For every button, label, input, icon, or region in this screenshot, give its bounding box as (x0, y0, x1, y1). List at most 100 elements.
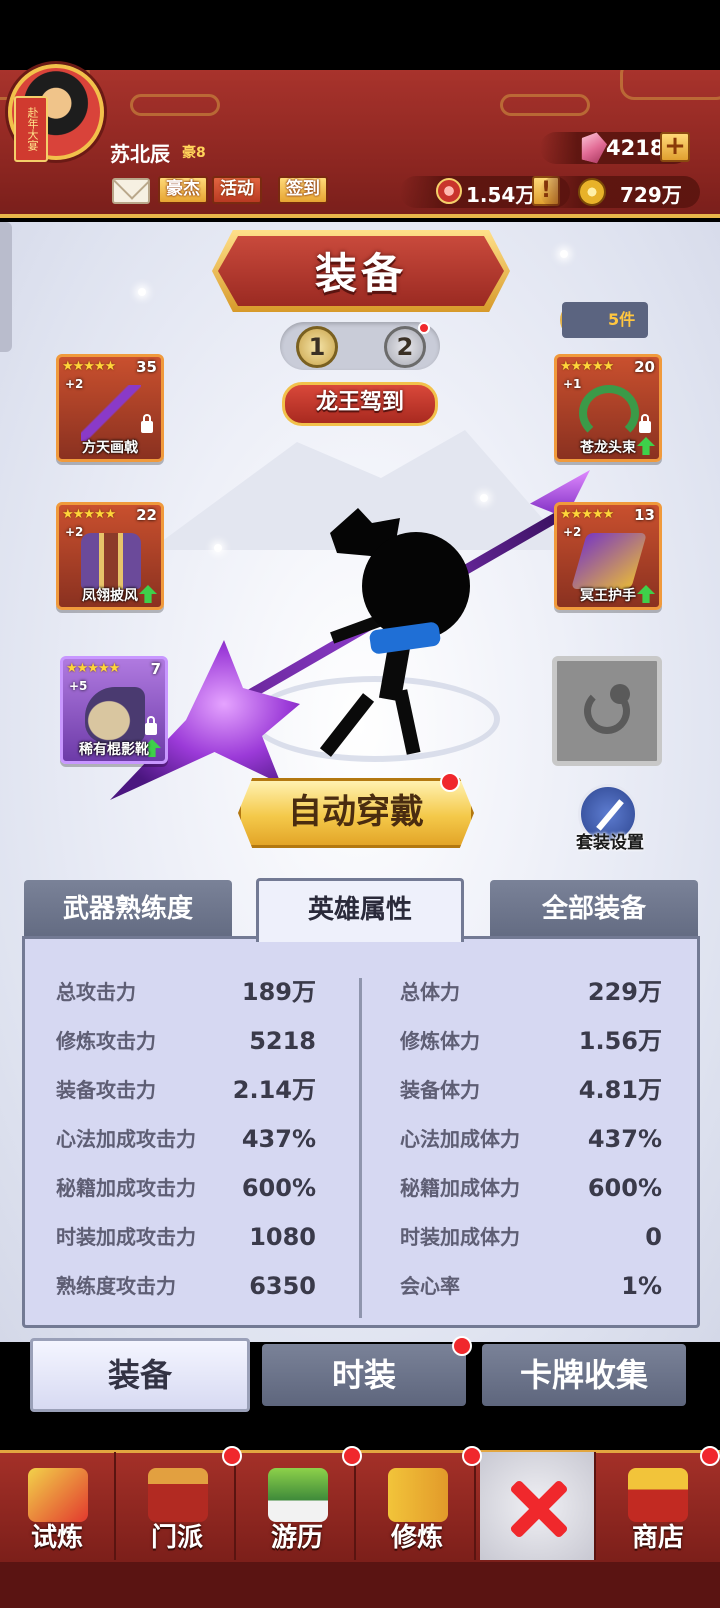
notification-dot (440, 772, 460, 792)
slot-plus: +2 (563, 525, 582, 539)
close-icon (508, 1478, 568, 1538)
boots-icon (85, 687, 145, 743)
nav-label: 游历 (270, 1523, 323, 1553)
player-name: 苏北辰 (110, 142, 170, 166)
tab-hero-attributes[interactable]: 英雄属性 (256, 878, 464, 942)
snowflake (560, 250, 568, 258)
stat-row: 秘籍加成攻击力 600% (56, 1164, 316, 1213)
nav-label: 修炼 (390, 1523, 443, 1553)
side-tab[interactable] (0, 222, 12, 352)
stat-row: 秘籍加成体力 600% (400, 1164, 662, 1213)
stat-label: 修炼攻击力 (56, 1029, 156, 1053)
avatar-scroll-banner: 赴年大宴 (14, 96, 48, 162)
notification-dot (418, 322, 430, 334)
nav-underbar (0, 1562, 720, 1608)
coin-count: 729万 (620, 183, 682, 207)
stat-row: 时装加成攻击力 1080 (56, 1213, 316, 1262)
lock-icon (145, 716, 157, 735)
slot-headband[interactable]: ★★★★★ 20 +1 苍龙头束 (554, 354, 662, 462)
nav-cultivation[interactable]: 修炼 (360, 1452, 476, 1560)
scroll-icon (28, 1468, 88, 1522)
lock-icon (141, 414, 153, 433)
stat-label: 修炼体力 (400, 1029, 480, 1053)
snowflake (214, 544, 222, 552)
stat-value: 1080 (249, 1223, 316, 1251)
slot-stars: ★★★★★ (66, 661, 120, 676)
notification-dot (222, 1446, 242, 1466)
token-count: 1.54万 (466, 183, 536, 207)
slot-cape[interactable]: ★★★★★ 22 +2 凤翎披风 (56, 502, 164, 610)
checkin-button[interactable]: 签到 (278, 176, 328, 204)
stat-row: 修炼攻击力 5218 (56, 1017, 316, 1066)
stat-value: 600% (587, 1174, 662, 1202)
temple-icon (148, 1468, 208, 1522)
stat-label: 装备攻击力 (56, 1078, 156, 1102)
stat-row: 会心率 1% (400, 1262, 662, 1311)
slot-stars: ★★★★★ (62, 507, 116, 522)
slot-plus: +2 (65, 525, 84, 539)
mail-icon[interactable] (112, 178, 150, 204)
slot-name: 凤翎披风 (82, 588, 138, 604)
cloud-ornament (620, 70, 720, 100)
add-gem-button[interactable]: + (660, 132, 690, 162)
stat-label: 会心率 (400, 1274, 460, 1298)
slot-level: 7 (150, 660, 161, 678)
stamina-stats-list: 总体力 229万 修炼体力 1.56万 装备体力 4.81万 心法加成体力 43… (400, 968, 662, 1311)
cape-icon (81, 533, 141, 589)
events-button[interactable]: 活动 (212, 176, 262, 204)
stat-value: 0 (645, 1223, 662, 1251)
accessory-placeholder-dot (610, 684, 630, 704)
gem-count: 4218 (606, 136, 665, 160)
stat-row: 装备攻击力 2.14万 (56, 1066, 316, 1115)
auto-equip-button[interactable]: 自动穿戴 (238, 778, 474, 848)
stat-row: 装备体力 4.81万 (400, 1066, 662, 1115)
slot-weapon[interactable]: ★★★★★ 35 +2 方天画戟 (56, 354, 164, 462)
stat-row: 心法加成攻击力 437% (56, 1115, 316, 1164)
set-name-banner: 龙王驾到 (282, 382, 438, 426)
nav-sect[interactable]: 门派 (120, 1452, 236, 1560)
stat-row: 时装加成体力 0 (400, 1213, 662, 1262)
tab-weapon-proficiency[interactable]: 武器熟练度 (24, 880, 232, 938)
slot-boots[interactable]: ★★★★★ 7 +5 稀有棍影靴 (60, 656, 168, 764)
set-settings-label[interactable]: 套装设置 (562, 828, 658, 853)
page-title: 装备 (314, 249, 407, 298)
hero-platform-ring (250, 676, 500, 762)
slot-name: 稀有棍影靴 (79, 742, 149, 758)
slot-level: 22 (136, 506, 157, 524)
stat-value: 6350 (249, 1272, 316, 1300)
stat-value: 1.56万 (578, 1027, 662, 1055)
tab-all-equipment[interactable]: 全部装备 (490, 880, 698, 938)
slot-gloves[interactable]: ★★★★★ 13 +2 冥王护手 (554, 502, 662, 610)
stat-label: 时装加成体力 (400, 1225, 520, 1249)
subtab-equipment[interactable]: 装备 (30, 1338, 250, 1412)
stat-label: 秘籍加成体力 (400, 1176, 520, 1200)
headband-icon (579, 385, 639, 441)
nav-trials[interactable]: 试炼 (0, 1452, 116, 1560)
set-count-badge[interactable]: 5件 (562, 302, 648, 338)
snowflake (138, 288, 146, 296)
slot-plus: +5 (69, 679, 88, 693)
stat-row: 总体力 229万 (400, 968, 662, 1017)
token-icon (436, 178, 462, 204)
slot-level: 35 (136, 358, 157, 376)
stat-value: 5218 (249, 1027, 316, 1055)
subtab-card-collection[interactable]: 卡牌收集 (482, 1344, 686, 1406)
slot-name: 方天画戟 (82, 440, 138, 456)
lock-icon (639, 414, 651, 433)
slot-stars: ★★★★★ (62, 359, 116, 374)
nav-shop[interactable]: 商店 (600, 1452, 716, 1560)
heroes-button[interactable]: 豪杰 (158, 176, 208, 204)
nav-travel[interactable]: 游历 (240, 1452, 356, 1560)
stat-label: 装备体力 (400, 1078, 480, 1102)
nav-label: 商店 (631, 1523, 684, 1553)
stat-label: 秘籍加成攻击力 (56, 1176, 196, 1200)
gauntlet-icon (570, 533, 648, 589)
subtab-fashion[interactable]: 时装 (262, 1344, 466, 1406)
nav-label: 试炼 (30, 1523, 83, 1553)
loadout-1-button[interactable]: 1 (296, 326, 338, 368)
nav-close[interactable] (480, 1452, 596, 1560)
halberd-icon (81, 385, 141, 441)
player-rank: 豪8 (182, 145, 206, 161)
slot-name: 冥王护手 (580, 588, 636, 604)
slot-name: 苍龙头束 (580, 440, 636, 456)
